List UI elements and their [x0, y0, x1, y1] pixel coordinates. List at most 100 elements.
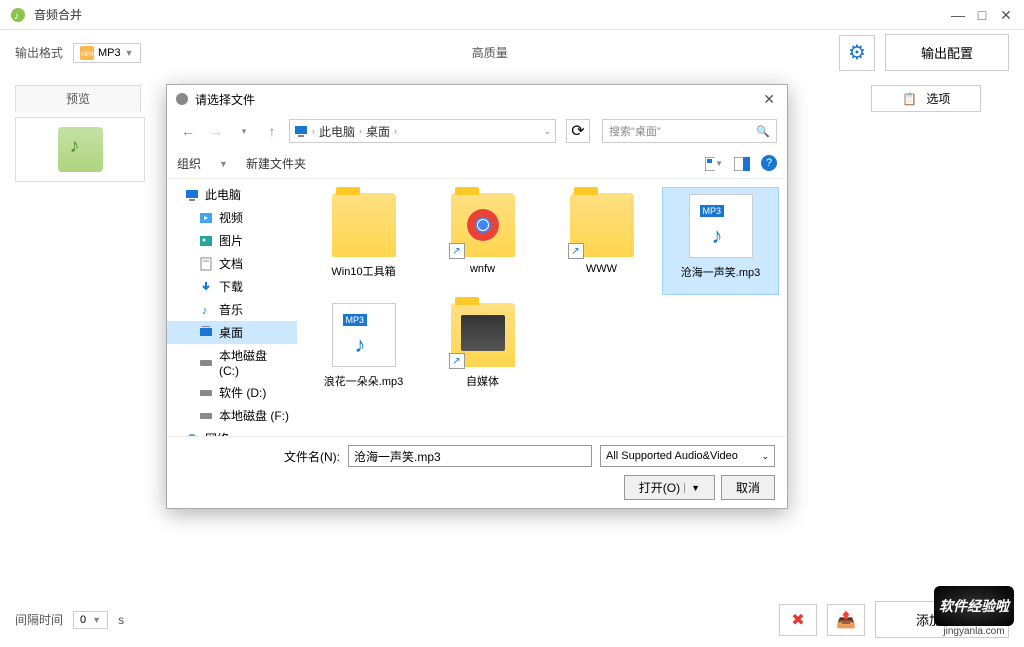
sidebar-item-label: 视频 [219, 209, 243, 226]
interval-unit: s [118, 613, 124, 627]
file-item[interactable]: ↗WWW [543, 187, 660, 295]
breadcrumb-segment[interactable]: 桌面 [366, 123, 390, 140]
interval-value: 0 [80, 614, 86, 626]
mp3-file-icon [689, 194, 753, 258]
format-value: MP3 [98, 47, 121, 59]
address-bar[interactable]: › 此电脑 › 桌面 › ⌄ [289, 119, 556, 143]
sidebar-item-label: 网络 [205, 430, 229, 436]
download-icon [199, 280, 213, 294]
bottom-bar: 间隔时间 0 ▼ s ✖ 📤 添加文件 [0, 592, 1024, 647]
file-name: 沧海一声笑.mp3 [681, 264, 760, 280]
sidebar-item-desktop[interactable]: 桌面 [167, 321, 297, 344]
chevron-down-icon: ⌄ [761, 451, 769, 462]
mp3-format-icon: MP3 [80, 46, 94, 60]
network-icon [185, 432, 199, 437]
nav-forward-button[interactable]: → [205, 120, 227, 142]
option-button[interactable]: 📋 选项 [871, 85, 981, 112]
interval-input[interactable]: 0 ▼ [73, 611, 108, 629]
dialog-toolbar: 组织 ▼ 新建文件夹 ▼ ? [167, 149, 787, 179]
video-icon [199, 211, 213, 225]
pane-icon [734, 157, 750, 171]
sidebar-item-image[interactable]: 图片 [167, 229, 297, 252]
file-item[interactable]: ↗ wnfw [424, 187, 541, 295]
file-name: WWW [586, 263, 617, 275]
sidebar-item-label: 文档 [219, 255, 243, 272]
pc-icon [294, 124, 308, 138]
chevron-right-icon: › [312, 126, 315, 136]
sidebar-item-pc[interactable]: 此电脑 [167, 183, 297, 206]
file-name: wnfw [470, 263, 495, 275]
filter-select[interactable]: All Supported Audio&Video ⌄ [600, 445, 775, 467]
close-button[interactable]: ✕ [998, 7, 1014, 23]
file-item[interactable]: Win10工具箱 [305, 187, 422, 295]
sidebar-item-label: 下载 [219, 278, 243, 295]
export-icon: 📤 [836, 610, 856, 630]
dialog-nav: ← → ▾ ↑ › 此电脑 › 桌面 › ⌄ ⟳ 搜索"桌面" 🔍 [167, 113, 787, 149]
breadcrumb-segment[interactable]: 此电脑 [319, 123, 355, 140]
watermark-url: jingyanla.com [934, 626, 1014, 637]
open-button[interactable]: 打开(O) ▼ [624, 475, 715, 500]
disk-icon [199, 409, 213, 423]
new-folder-button[interactable]: 新建文件夹 [246, 155, 306, 172]
cancel-button[interactable]: 取消 [721, 475, 775, 500]
help-button[interactable]: ? [761, 155, 777, 171]
refresh-button[interactable]: ⟳ [566, 119, 590, 143]
refresh-icon: ⟳ [571, 121, 584, 141]
nav-recent-button[interactable]: ▾ [233, 120, 255, 142]
preview-pane-button[interactable] [733, 155, 751, 173]
open-label: 打开(O) [639, 479, 680, 496]
nav-up-button[interactable]: ↑ [261, 120, 283, 142]
view-icon [705, 157, 715, 171]
search-placeholder: 搜索"桌面" [609, 123, 661, 139]
sidebar-item-network[interactable]: 网络 [167, 427, 297, 436]
sidebar-item-download[interactable]: 下载 [167, 275, 297, 298]
file-item[interactable]: 沧海一声笑.mp3 [662, 187, 779, 295]
svg-text:♪: ♪ [14, 11, 19, 22]
search-input[interactable]: 搜索"桌面" 🔍 [602, 119, 777, 143]
format-label: 输出格式 [15, 44, 63, 61]
sidebar-item-label: 音乐 [219, 301, 243, 318]
sidebar-item-disk[interactable]: 本地磁盘 (F:) [167, 404, 297, 427]
file-name: 浪花一朵朵.mp3 [324, 373, 403, 389]
shortcut-icon: ↗ [568, 243, 584, 259]
sidebar-item-label: 本地磁盘 (F:) [219, 407, 289, 424]
export-button[interactable]: 📤 [827, 604, 865, 636]
settings-button[interactable]: ⚙ [839, 35, 875, 71]
sidebar-item-doc[interactable]: 文档 [167, 252, 297, 275]
file-name: 自媒体 [466, 373, 499, 389]
file-item[interactable]: ↗自媒体 [424, 297, 541, 405]
app-icon: ♪ [10, 7, 26, 23]
nav-back-button[interactable]: ← [177, 120, 199, 142]
filename-input[interactable] [348, 445, 592, 467]
output-config-button[interactable]: 输出配置 [885, 34, 1009, 71]
format-select[interactable]: MP3 MP3 ▼ [73, 43, 141, 63]
sidebar-item-label: 本地磁盘 (C:) [219, 347, 289, 378]
search-icon: 🔍 [756, 125, 770, 138]
remove-file-button[interactable]: ✖ [779, 604, 817, 636]
dialog-close-button[interactable]: ✕ [759, 91, 779, 108]
file-item[interactable]: 浪花一朵朵.mp3 [305, 297, 422, 405]
mp3-file-icon [332, 303, 396, 367]
interval-label: 间隔时间 [15, 611, 63, 628]
sidebar-item-disk[interactable]: 本地磁盘 (C:) [167, 344, 297, 381]
organize-button[interactable]: 组织 [177, 155, 201, 172]
preview-tab[interactable]: 预览 [15, 85, 141, 112]
preview-panel [15, 117, 145, 182]
sidebar-item-disk[interactable]: 软件 (D:) [167, 381, 297, 404]
minimize-button[interactable]: — [950, 7, 966, 23]
dialog-sidebar: 此电脑视频图片文档下载 ♪音乐桌面本地磁盘 (C:) 软件 (D:) 本地磁盘 (F:… [167, 179, 297, 436]
file-name: Win10工具箱 [331, 263, 395, 279]
sidebar-item-music[interactable]: ♪音乐 [167, 298, 297, 321]
sidebar-item-video[interactable]: 视频 [167, 206, 297, 229]
maximize-button[interactable]: □ [974, 7, 990, 23]
folder-icon: ↗ [570, 193, 634, 257]
view-mode-button[interactable]: ▼ [705, 155, 723, 173]
image-icon [199, 234, 213, 248]
chevron-right-icon: › [359, 126, 362, 136]
main-toolbar: 输出格式 MP3 MP3 ▼ 高质量 ⚙ 输出配置 [0, 30, 1024, 75]
file-grid: Win10工具箱↗wnfw↗WWW沧海一声笑.mp3浪花一朵朵.mp3↗自媒体 [297, 179, 787, 436]
chevron-down-icon[interactable]: ⌄ [543, 126, 551, 137]
sidebar-item-label: 软件 (D:) [219, 384, 266, 401]
shortcut-icon: ↗ [449, 243, 465, 259]
chevron-down-icon: ▼ [219, 159, 228, 169]
